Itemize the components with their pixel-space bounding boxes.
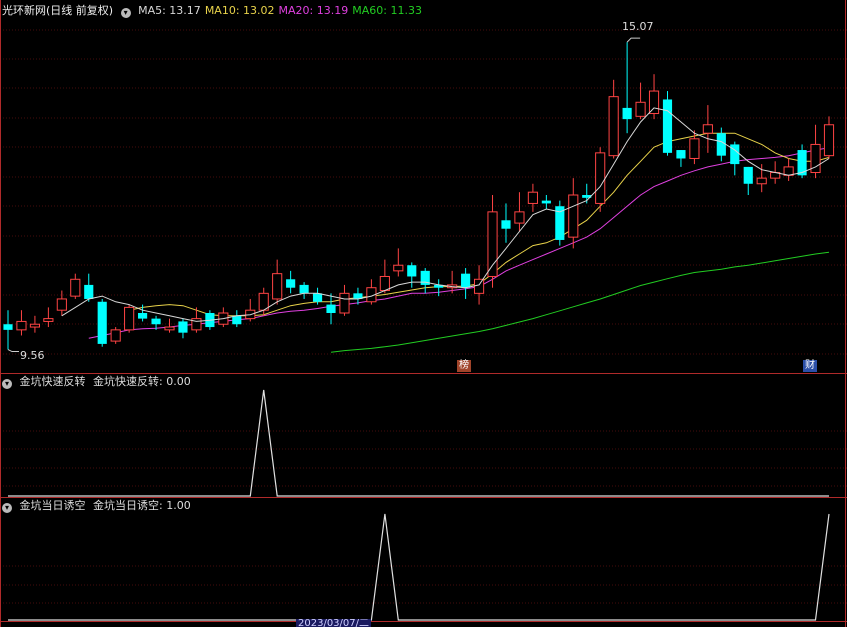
stock-chart[interactable] [0,0,847,627]
candle-body [29,323,40,328]
event-badge-left[interactable]: 榜 [457,360,471,372]
candle-body [514,211,525,224]
candle-body [272,273,283,300]
sub2-value: 金坑当日诱空: 1.00 [93,499,191,512]
candle-body [97,301,107,344]
candle-body [326,304,336,313]
ma-legend-item: MA10: 13.02 [204,4,275,17]
candle-body [756,177,767,185]
candle-body [43,318,54,322]
candle-body [16,320,27,331]
candle-body [299,284,309,294]
ma60-line [330,251,830,353]
candle-body [70,278,81,297]
low-marker [7,349,19,353]
chevron-down-icon[interactable]: ▾ [2,379,12,389]
candle-body [595,152,606,204]
candle-body [379,275,390,292]
sub1-layer [8,389,829,497]
candle-body [702,124,713,134]
candle-body [635,101,646,117]
event-badge-right[interactable]: 财 [803,360,817,372]
ma-legend-item: MA5: 13.17 [138,4,201,17]
candle-body [622,107,632,120]
candle-body [527,191,538,204]
candle-body [461,273,471,288]
candle-body [823,124,835,157]
candle-body [407,265,417,277]
candle-body [138,313,148,319]
candle-body [178,321,188,333]
sub1-value: 金坑快速反转: 0.00 [93,375,191,388]
candle-body [716,133,726,156]
candle-body [393,264,404,272]
sub2-header: ▾ 金坑当日诱空 金坑当日诱空: 1.00 [2,499,195,513]
indicator-line [8,513,830,621]
candle-body [339,292,350,314]
ma-legend: MA5: 13.17 MA10: 13.02 MA20: 13.19 MA60: 11… [138,4,426,17]
candle-body [783,166,794,176]
sub1-title: 金坑快速反转 [19,375,86,388]
candle-body [568,194,579,238]
ma5-line [61,107,830,322]
candle-body [730,144,740,165]
candle-body [110,329,121,342]
sub1-header: ▾ 金坑快速反转 金坑快速反转: 0.00 [2,375,195,389]
candle-body [232,315,242,325]
high-marker [626,37,641,43]
candles-layer [3,42,835,350]
candle-body [662,99,673,153]
candle-body [312,293,323,302]
ma20-line [88,147,830,339]
main-title: 光环新网(日线 前复权) [2,4,114,17]
ma-legend-item: MA60: 11.33 [352,4,422,17]
date-cursor-label: 2023/03/07/二 [296,619,372,627]
candle-body [124,306,135,331]
candle-body [3,324,13,330]
candle-body [164,326,175,331]
candle-body [541,200,551,204]
candle-body [487,211,498,277]
candle-body [648,90,660,115]
candle-body [608,96,619,157]
high-price-label: 15.07 [622,20,654,33]
candle-body [473,278,485,294]
candle-body [84,284,94,299]
candle-body [689,138,700,159]
low-price-label: 9.56 [20,349,45,362]
sub2-title: 金坑当日诱空 [19,499,86,512]
ma60-layer [330,251,830,353]
ma20-layer [88,147,830,339]
candle-body [743,166,753,184]
main-header: 光环新网(日线 前复权) ▾ MA5: 13.17 MA10: 13.02 MA20… [2,4,430,18]
candle-body [676,150,686,159]
indicator-line [8,389,829,497]
candle-body [151,318,161,325]
ma5-layer [61,107,830,322]
ma-legend-item: MA20: 13.19 [278,4,349,17]
candle-body [286,279,296,288]
chevron-down-icon[interactable]: ▾ [2,503,12,513]
chevron-down-icon[interactable]: ▾ [120,8,131,18]
candle-body [501,220,511,229]
sub2-layer [8,513,830,621]
candle-body [56,298,67,311]
